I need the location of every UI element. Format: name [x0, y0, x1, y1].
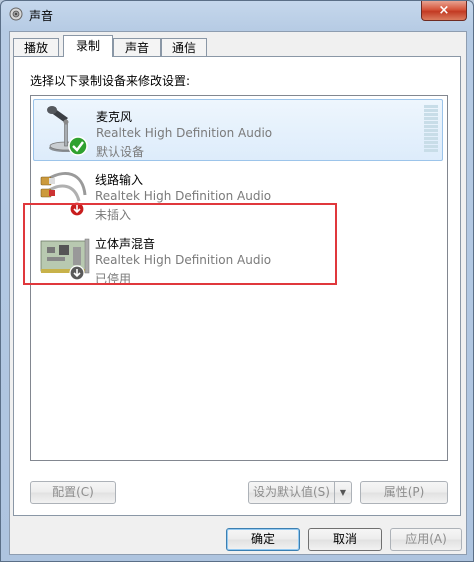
device-name: 麦克风 [96, 110, 133, 124]
properties-button[interactable]: 属性(P) [360, 481, 448, 504]
set-default-button[interactable]: 设为默认值(S) ▼ [248, 481, 352, 504]
level-meter [424, 105, 438, 155]
recording-tab-panel: 选择以下录制设备来修改设置: 麦克风 Realtek High Definiti… [13, 56, 461, 516]
close-button[interactable]: × [421, 1, 467, 21]
device-status: 默认设备 [96, 145, 145, 159]
speaker-icon [9, 7, 23, 21]
chevron-down-icon[interactable]: ▼ [334, 482, 351, 503]
ok-button[interactable]: 确定 [226, 528, 300, 551]
instruction-text: 选择以下录制设备来修改设置: [30, 74, 191, 88]
device-name: 线路输入 [95, 173, 144, 187]
tab-recording[interactable]: 录制 [63, 35, 113, 57]
apply-button[interactable]: 应用(A) [390, 528, 462, 551]
device-item-microphone[interactable]: 麦克风 Realtek High Definition Audio 默认设备 [33, 99, 443, 161]
tab-communications[interactable]: 通信 [161, 38, 207, 56]
red-highlight-annotation [23, 203, 337, 285]
dialog-client-area: 播放 录制 声音 通信 选择以下录制设备来修改设置: 麦克风 Realtek H… [9, 31, 467, 555]
set-default-label: 设为默认值(S) [253, 485, 330, 499]
default-checkmark-icon [68, 136, 88, 156]
configure-button[interactable]: 配置(C) [30, 481, 116, 504]
cancel-button[interactable]: 取消 [308, 528, 382, 551]
window-title: 声音 [29, 9, 54, 23]
tab-sounds[interactable]: 声音 [113, 38, 161, 56]
device-driver: Realtek High Definition Audio [95, 189, 272, 203]
close-icon: × [438, 3, 450, 18]
sound-dialog-window: 声音 × 播放 录制 声音 通信 选择以下录制设备来修改设置: 麦克风 Real… [0, 0, 474, 562]
tab-playback[interactable]: 播放 [13, 38, 59, 56]
title-bar[interactable]: 声音 × [1, 1, 473, 29]
device-driver: Realtek High Definition Audio [96, 126, 273, 140]
